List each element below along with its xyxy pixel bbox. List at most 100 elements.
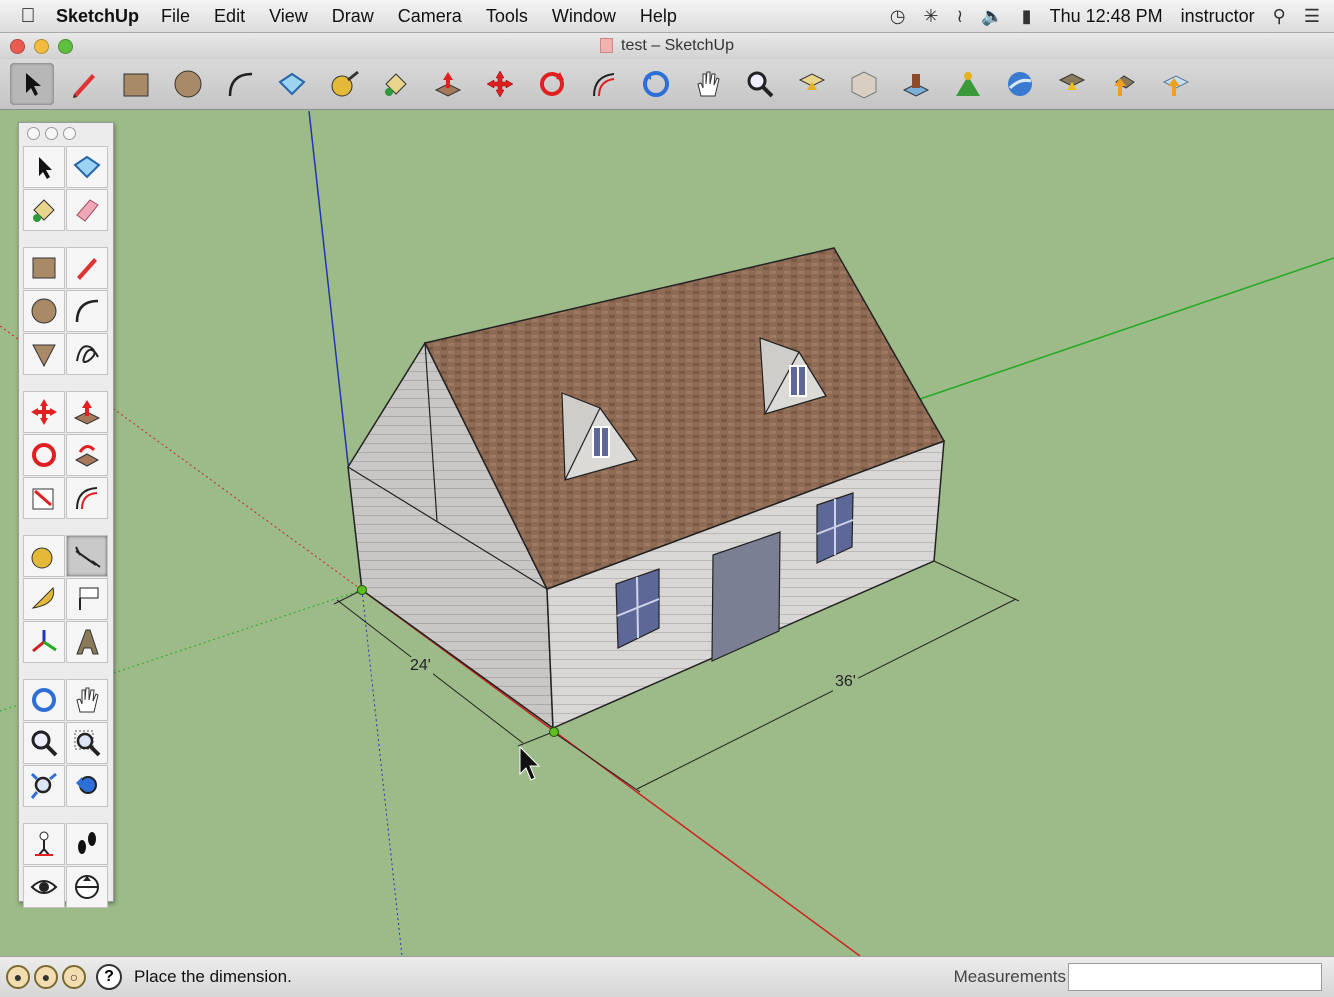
pencil-tool-button[interactable]: [62, 63, 106, 105]
offset-tool-button[interactable]: [582, 63, 626, 105]
green-axis: [919, 257, 1334, 400]
rectangle-icon: [123, 73, 149, 97]
menu-bar:  SketchUp File Edit View Draw Camera To…: [0, 0, 1334, 33]
rectangle-icon: [32, 257, 56, 279]
orbit-tool-button[interactable]: [634, 63, 678, 105]
menu-file[interactable]: File: [161, 6, 190, 27]
dimension-label-length[interactable]: 36': [833, 673, 858, 691]
bluetooth-icon[interactable]: ✳: [923, 6, 938, 27]
palette-previous-view-button[interactable]: [66, 765, 108, 807]
palette-protractor-button[interactable]: [23, 578, 65, 620]
palette-axes-button[interactable]: [23, 621, 65, 663]
menu-draw[interactable]: Draw: [332, 6, 374, 27]
apple-menu-icon[interactable]: : [0, 5, 56, 28]
preview-google-earth-button[interactable]: [998, 63, 1042, 105]
upload-component-button[interactable]: [1102, 63, 1146, 105]
palette-follow-me-button[interactable]: [66, 434, 108, 476]
menu-edit[interactable]: Edit: [214, 6, 245, 27]
follow-me-icon: [74, 445, 100, 467]
palette-arc-button[interactable]: [66, 290, 108, 332]
palette-paint-bucket-button[interactable]: [23, 189, 65, 231]
battery-icon[interactable]: ▮: [1022, 6, 1032, 27]
menu-tools[interactable]: Tools: [486, 6, 528, 27]
palette-minimize-button[interactable]: [45, 127, 58, 140]
palette-eraser-button[interactable]: [66, 189, 108, 231]
eraser-icon: [76, 199, 99, 222]
palette-line-button[interactable]: [66, 247, 108, 289]
close-window-button[interactable]: [10, 39, 25, 54]
share-component-button[interactable]: [1050, 63, 1094, 105]
palette-zoom-button[interactable]: [63, 127, 76, 140]
circle-tool-button[interactable]: [166, 63, 210, 105]
rotate-tool-button[interactable]: [530, 63, 574, 105]
palette-section-plane-button[interactable]: [66, 866, 108, 908]
palette-component-button[interactable]: [66, 146, 108, 188]
palette-freehand-button[interactable]: [66, 333, 108, 375]
palette-polygon-button[interactable]: [23, 333, 65, 375]
palette-zoom-extents-button[interactable]: [23, 765, 65, 807]
sign-in-icon[interactable]: ○: [62, 965, 86, 989]
palette-tape-measure-button[interactable]: [23, 535, 65, 577]
measurements-field[interactable]: [1068, 963, 1322, 991]
palette-zoom-window-button[interactable]: [66, 722, 108, 764]
arc-tool-button[interactable]: [218, 63, 262, 105]
palette-walk-button[interactable]: [66, 823, 108, 865]
time-machine-icon[interactable]: ◷: [890, 6, 906, 27]
palette-select-button[interactable]: [23, 146, 65, 188]
share-model-button[interactable]: [842, 63, 886, 105]
palette-move-button[interactable]: [23, 391, 65, 433]
palette-offset-button[interactable]: [66, 477, 108, 519]
inference-point-end: [549, 727, 559, 737]
palette-rotate-button[interactable]: [23, 434, 65, 476]
menubar-clock[interactable]: Thu 12:48 PM: [1050, 6, 1163, 27]
drawing-viewport[interactable]: 24' 36': [0, 111, 1334, 956]
palette-rectangle-button[interactable]: [23, 247, 65, 289]
push-pull-button[interactable]: [426, 63, 470, 105]
rectangle-tool-button[interactable]: [114, 63, 158, 105]
credits-icon[interactable]: ●: [34, 965, 58, 989]
palette-zoom-button[interactable]: [23, 722, 65, 764]
spotlight-search-icon[interactable]: ⚲: [1273, 6, 1286, 27]
component-icon: [278, 72, 306, 96]
app-menu[interactable]: SketchUp: [56, 6, 139, 27]
menu-help[interactable]: Help: [640, 6, 677, 27]
3d-text-icon: [76, 629, 99, 655]
add-location-button[interactable]: [894, 63, 938, 105]
notification-list-icon[interactable]: ☰: [1304, 6, 1320, 27]
palette-3d-text-button[interactable]: [66, 621, 108, 663]
help-icon[interactable]: ?: [96, 964, 122, 990]
palette-look-around-button[interactable]: [23, 866, 65, 908]
extension-warehouse-button[interactable]: [1154, 63, 1198, 105]
pan-tool-button[interactable]: [686, 63, 730, 105]
toggle-terrain-button[interactable]: [946, 63, 990, 105]
zoom-tool-button[interactable]: [738, 63, 782, 105]
axes-icon: [32, 630, 57, 653]
menubar-user[interactable]: instructor: [1181, 6, 1255, 27]
menu-camera[interactable]: Camera: [398, 6, 462, 27]
zoom-window-button[interactable]: [58, 39, 73, 54]
select-tool-button[interactable]: [10, 63, 54, 105]
palette-text-button[interactable]: [66, 578, 108, 620]
palette-circle-button[interactable]: [23, 290, 65, 332]
tape-measure-button[interactable]: [322, 63, 366, 105]
paint-bucket-button[interactable]: [374, 63, 418, 105]
palette-orbit-button[interactable]: [23, 679, 65, 721]
terrain-icon: [956, 72, 980, 96]
palette-dimension-button[interactable]: [66, 535, 108, 577]
arc-icon: [75, 299, 99, 323]
minimize-window-button[interactable]: [34, 39, 49, 54]
make-component-button[interactable]: [270, 63, 314, 105]
volume-icon[interactable]: 🔈: [981, 6, 1003, 27]
move-tool-button[interactable]: [478, 63, 522, 105]
palette-scale-button[interactable]: [23, 477, 65, 519]
menu-view[interactable]: View: [269, 6, 308, 27]
palette-position-camera-button[interactable]: [23, 823, 65, 865]
geo-location-icon[interactable]: ●: [6, 965, 30, 989]
dimension-label-width[interactable]: 24': [408, 657, 433, 675]
wifi-icon[interactable]: ≀: [957, 6, 964, 27]
get-models-button[interactable]: [790, 63, 834, 105]
palette-close-button[interactable]: [27, 127, 40, 140]
palette-pan-button[interactable]: [66, 679, 108, 721]
palette-push-pull-button[interactable]: [66, 391, 108, 433]
menu-window[interactable]: Window: [552, 6, 616, 27]
